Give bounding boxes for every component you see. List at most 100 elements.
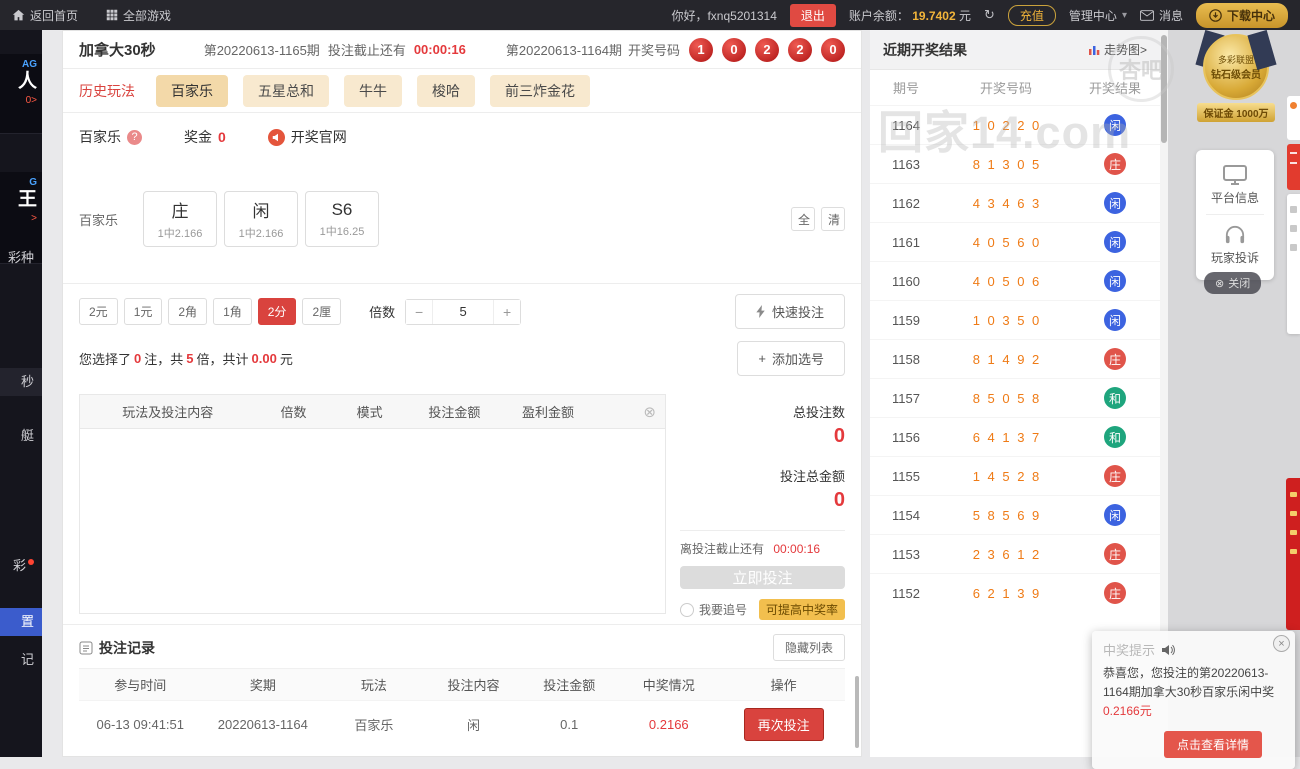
bet-option-odds: 1中2.166 [238,228,284,240]
logout-button[interactable]: 退出 [789,3,836,27]
tab-front-three-golden-flower[interactable]: 前三炸金花 [490,74,590,107]
tab-history-play[interactable]: 历史玩法 [79,81,135,101]
unit-2yuan[interactable]: 2元 [79,298,118,325]
record-time: 06-13 09:41:51 [96,717,184,732]
unit-1yuan[interactable]: 1元 [123,298,163,325]
add-selection-button[interactable]: + 添加选号 [737,341,845,376]
toast-close-button[interactable]: × [1273,635,1290,652]
close-promo-button[interactable]: ⊗ 关闭 [1204,272,1262,294]
column-header: 奖期 [249,678,276,693]
recharge-button[interactable]: 充值 [1007,4,1056,26]
edge-widget-clipped[interactable] [1287,194,1300,334]
unit-2fen-selected[interactable]: 2分 [257,298,297,325]
clear-list-icon[interactable]: ⊗ [643,403,656,421]
platform-info-item[interactable]: 平台信息 [1196,160,1274,209]
medal-alliance-label: 多彩联盟 [1217,55,1254,65]
official-site-link[interactable]: 开奖官网 [291,127,347,147]
records-icon [79,641,93,654]
topbar-right: 你好，fxnq5201314 退出 账户余额： 19.7402 元 ↻ 充值 管… [671,2,1288,28]
result-badge: 闲 [1104,504,1126,526]
medal-circle: 多彩联盟 钻石级会员 [1203,34,1269,100]
tab-suoha[interactable]: 梭哈 [417,74,475,107]
result-issue: 1162 [892,195,920,211]
admin-center-menu[interactable]: 管理中心 ▾ [1069,7,1127,24]
tab-baccarat[interactable]: 百家乐 [156,74,228,107]
home-label: 返回首页 [30,8,79,23]
select-all-button[interactable]: 全 [791,207,815,231]
help-icon[interactable]: ? [127,129,142,145]
unit-2li[interactable]: 2厘 [302,298,342,325]
clear-button[interactable]: 清 [821,207,845,231]
unit-2jiao[interactable]: 2角 [168,298,208,325]
edge-widget-clipped[interactable] [1287,96,1300,140]
win-toast: 中奖提示 × 恭喜您，您投注的第20220613-1164期加拿大30秒百家乐闲… [1092,631,1295,769]
banner-text: > [31,212,37,224]
sidebar-banner-ag[interactable]: AG 人 0> [0,54,42,134]
result-numbers: 6 4 1 3 7 [972,429,1040,445]
result-issue: 1163 [892,156,920,172]
all-games-label: 全部游戏 [123,8,172,23]
sidebar-item-lottery-hot[interactable]: 彩 [0,552,42,580]
banner-text: 0> [25,94,37,106]
total-amount-value: 0 [833,489,845,511]
column-header: 开奖号码 [979,81,1032,96]
view-details-button[interactable]: 点击查看详情 [1163,730,1262,758]
bet-again-button[interactable]: 再次投注 [743,708,824,741]
sidebar-item-label: 彩 [12,558,26,573]
bet-option-odds: 1中2.166 [157,228,203,240]
scrollbar-thumb[interactable] [1161,35,1167,143]
records-scrollbar-thumb[interactable] [855,676,859,748]
left-sidebar: AG 人 0> G 王 > 彩种 秒 艇 彩 置 记 [0,30,42,757]
multiplier-value[interactable]: 5 [432,299,495,324]
add-selection-label: 添加选号 [771,352,824,367]
column-header: 操作 [770,678,797,693]
plus-button[interactable]: + [494,299,521,324]
bet-option-zhuang[interactable]: 庄 1中2.166 [143,191,217,247]
chase-row: 我要追号 可提高中奖率 [680,599,845,620]
sidebar-item-boat[interactable]: 艇 [0,422,42,450]
submit-bet-button[interactable]: 立即投注 [680,566,845,589]
quick-bet-label: 快速投注 [771,305,824,320]
platform-info-label: 平台信息 [1210,191,1259,205]
speaker-icon[interactable] [267,128,285,146]
chase-radio[interactable] [680,602,694,617]
unit-1jiao[interactable]: 1角 [213,298,252,325]
headset-icon [1225,225,1245,244]
result-badge: 和 [1104,426,1126,448]
quick-bet-button[interactable]: 快速投注 [734,294,845,329]
trend-chart-link[interactable]: 走势图> [1088,41,1147,58]
sidebar-item-lottery[interactable]: 彩种 [0,244,42,272]
result-row: 1157 8 5 0 5 8 和 [870,378,1160,417]
balance-unit: 元 [958,8,971,23]
draw-number-ball: 2 [788,37,812,62]
sidebar-item-settings[interactable]: 置 [0,608,42,636]
bet-option-s6[interactable]: S6 1中16.25 [305,191,379,247]
sidebar-item-records[interactable]: 记 [0,646,42,674]
all-games-link[interactable]: 全部游戏 [106,7,171,24]
minus-button[interactable]: − [406,299,433,324]
sidebar-item-seconds[interactable]: 秒 [0,368,42,396]
chase-tip-badge: 可提高中奖率 [758,599,845,620]
promo-card: 平台信息 玩家投诉 [1196,150,1274,280]
edge-banner-clipped[interactable] [1286,478,1300,630]
total-bets-label: 总投注数 [792,405,845,420]
player-complaint-item[interactable]: 玩家投诉 [1196,220,1274,269]
speaker-icon[interactable] [1161,644,1175,656]
results-title: 近期开奖结果 [883,41,967,58]
edge-widget-clipped[interactable] [1287,144,1300,190]
download-center-button[interactable]: 下载中心 [1195,2,1288,28]
refresh-balance-icon[interactable]: ↻ [984,7,995,23]
bet-group-label: 百家乐 [79,212,119,228]
bet-option-name: S6 [331,199,353,219]
result-numbers: 8 5 0 5 8 [972,390,1040,406]
tab-five-star-sum[interactable]: 五星总和 [243,74,329,107]
hot-dot-icon [28,558,34,565]
tab-niuniu[interactable]: 牛牛 [344,74,402,107]
bet-option-xian[interactable]: 闲 1中2.166 [224,191,298,247]
bet-list-table: 玩法及投注内容 倍数 模式 投注金额 盈利金额 ⊗ [79,394,666,614]
home-link[interactable]: 返回首页 [12,7,78,24]
order-summary: 总投注数 0 投注总金额 0 离投注截止还有 00:00:16 立即投注 我要追… [680,394,845,620]
bonus-label: 奖金 [184,129,212,145]
hide-list-button[interactable]: 隐藏列表 [772,634,845,661]
messages-link[interactable]: 消息 [1139,7,1183,24]
